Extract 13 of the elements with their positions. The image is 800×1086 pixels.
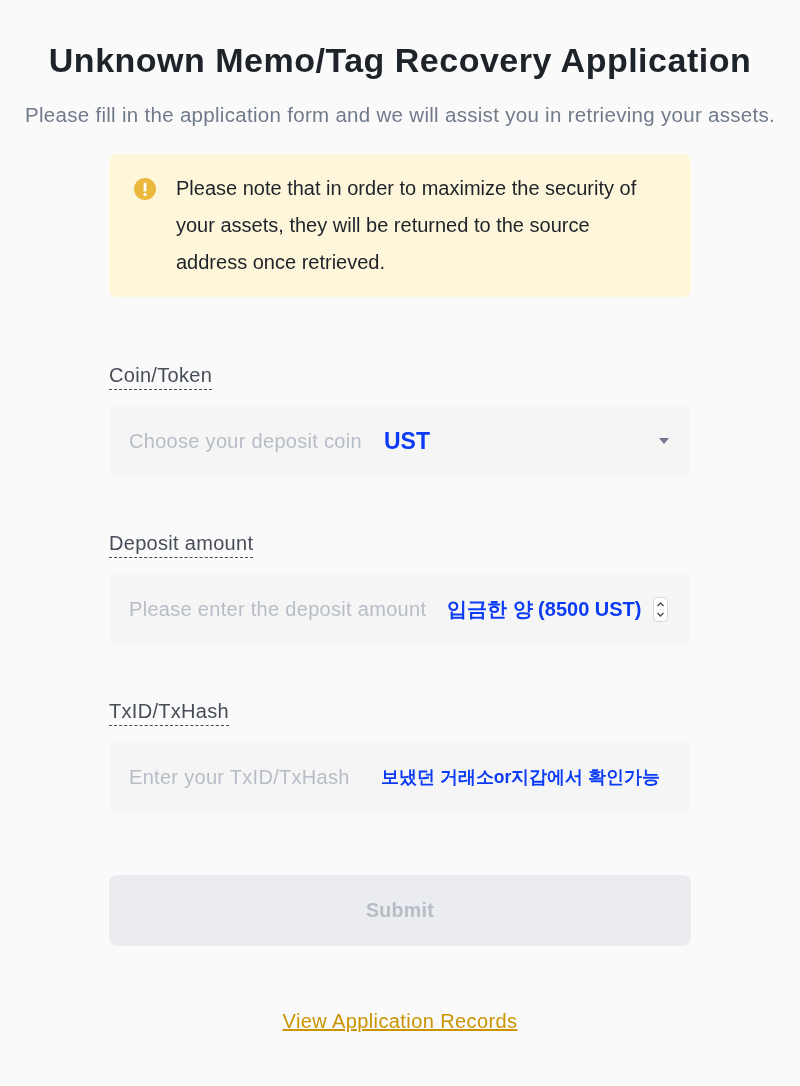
warning-icon bbox=[134, 177, 156, 200]
annotation-text: 입금한 양 (8500 UST) bbox=[447, 597, 642, 622]
annotation-text: UST bbox=[384, 428, 430, 454]
field-label: TxID/TxHash bbox=[109, 700, 229, 726]
field-label: Coin/Token bbox=[109, 364, 213, 390]
field-label: Deposit amount bbox=[109, 532, 254, 558]
records-link[interactable]: View Application Records bbox=[282, 1010, 518, 1032]
page-subtitle: Please fill in the application form and we will assist you in retrieving your assets. bbox=[23, 102, 777, 128]
notice-text: Please note that in order to maximize the security of your assets, they will be returned to the source address once retrieved. bbox=[176, 176, 638, 275]
stepper-arrows-icon[interactable] bbox=[653, 597, 668, 622]
page-title: Unknown Memo/Tag Recovery Application bbox=[47, 40, 753, 80]
annotation-text: 보냈던 거래소or지갑에서 확인가능 bbox=[381, 766, 661, 789]
caret-icon bbox=[659, 438, 669, 444]
